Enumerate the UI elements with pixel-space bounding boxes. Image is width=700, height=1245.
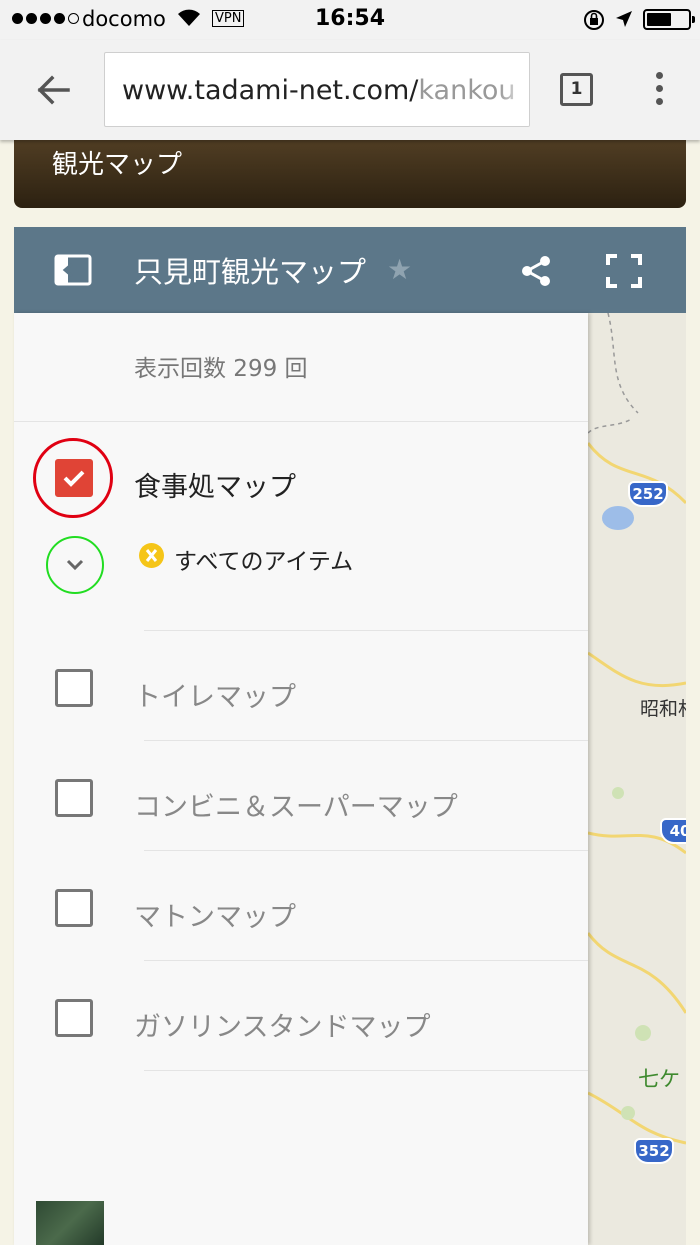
banner-title: 観光マップ	[52, 150, 183, 180]
layer-label[interactable]: マトンマップ	[134, 895, 296, 934]
status-bar: docomo VPN 16:54	[0, 0, 700, 40]
layer-checkbox[interactable]	[55, 779, 93, 817]
view-count: 表示回数 299 回	[134, 356, 308, 382]
layer-checkbox[interactable]	[55, 999, 93, 1037]
layer-label[interactable]: ガソリンスタンドマップ	[134, 1005, 430, 1044]
layers-panel: 表示回数 299 回 食事処マップ すべてのアイテム トイレマップ コンビニ＆ス…	[14, 313, 588, 1245]
sidebar-toggle-button[interactable]	[54, 254, 94, 290]
expand-layer-button[interactable]	[46, 536, 104, 594]
map-title: 只見町観光マップ	[134, 255, 367, 289]
rotation-lock-icon	[582, 8, 606, 36]
back-button[interactable]	[28, 70, 78, 110]
route-shield-352: 352	[634, 1138, 674, 1164]
basemap-thumbnail[interactable]	[36, 1201, 104, 1245]
layer-checkbox[interactable]	[55, 889, 93, 927]
url-text: www.tadami-net.com/kankou	[122, 75, 516, 106]
map-terrain	[588, 313, 686, 1245]
location-icon	[614, 9, 634, 33]
layer-label[interactable]: トイレマップ	[134, 675, 296, 714]
layer-label[interactable]: コンビニ＆スーパーマップ	[134, 785, 458, 824]
chevron-down-icon	[66, 559, 84, 571]
checkmark-icon	[63, 470, 85, 487]
layer-checkbox[interactable]	[55, 459, 93, 497]
map-canvas[interactable]: 252 40 352 昭和村 七ケ	[588, 313, 686, 1245]
layer-checkbox[interactable]	[55, 669, 93, 707]
map-header: 只見町観光マップ ★	[14, 227, 686, 313]
map-place-label: 七ケ	[638, 1067, 680, 1091]
layer-label[interactable]: 食事処マップ	[134, 465, 296, 504]
tab-switcher-button[interactable]: 1	[560, 73, 593, 106]
fullscreen-icon[interactable]	[606, 254, 642, 292]
restaurant-icon	[139, 543, 164, 568]
browser-toolbar: www.tadami-net.com/kankou 1	[0, 40, 700, 140]
star-icon[interactable]: ★	[387, 253, 412, 286]
route-shield-252: 252	[628, 481, 668, 507]
sublayer-item-label[interactable]: すべてのアイテム	[174, 542, 353, 576]
url-bar[interactable]: www.tadami-net.com/kankou	[104, 52, 530, 127]
battery-icon	[643, 9, 695, 30]
map-place-label: 昭和村	[640, 698, 686, 720]
more-menu-button[interactable]	[654, 72, 664, 108]
route-shield-40: 40	[660, 818, 686, 844]
back-arrow-icon	[37, 75, 70, 105]
share-icon[interactable]	[519, 254, 553, 292]
